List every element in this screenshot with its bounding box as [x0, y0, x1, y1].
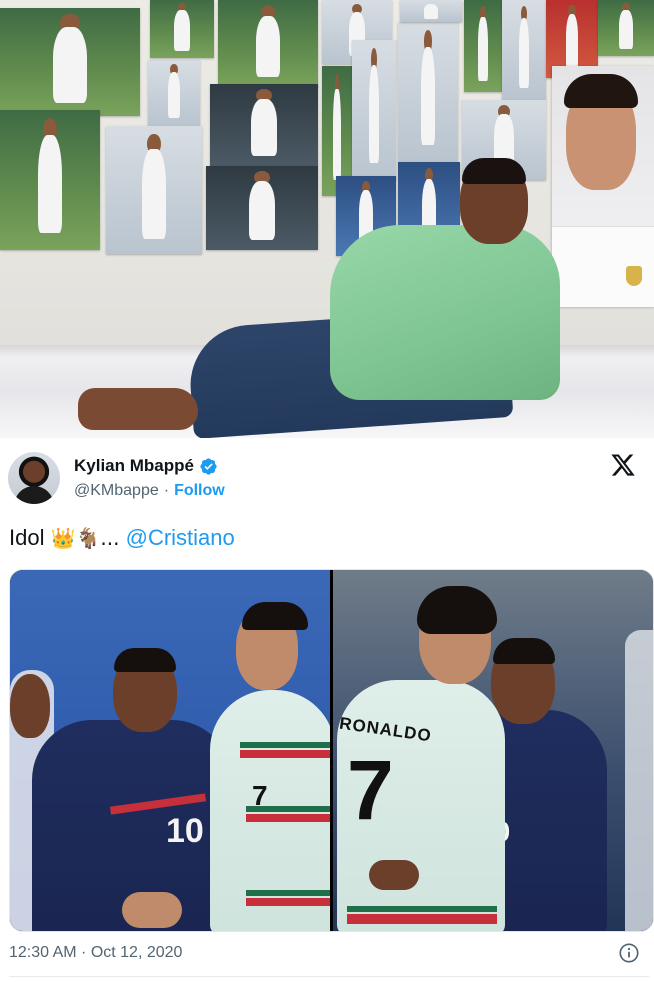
- tweet-text: Idol 👑🐐... @Cristiano: [9, 523, 235, 553]
- poster: [206, 166, 318, 250]
- tweet-text-prefix: Idol: [9, 525, 45, 550]
- poster: [150, 0, 214, 58]
- author-name[interactable]: Kylian Mbappé: [74, 456, 194, 476]
- poster: [398, 22, 458, 162]
- author-name-row[interactable]: Kylian Mbappé: [74, 456, 218, 476]
- boy-foot: [78, 388, 198, 430]
- separator-dot: ·: [163, 482, 170, 499]
- poster: [598, 0, 654, 56]
- tweet-media[interactable]: 10 7 10 RONALDO 7: [9, 569, 654, 932]
- poster: [210, 84, 318, 166]
- author-handle[interactable]: @KMbappe: [74, 482, 159, 499]
- crown-goat-emoji: 👑🐐...: [50, 526, 120, 550]
- poster: [0, 110, 100, 250]
- poster: [106, 126, 202, 254]
- poster: [0, 8, 140, 116]
- jersey-number-france: 10: [166, 812, 204, 850]
- boy-hoodie: [330, 225, 560, 400]
- verified-badge-icon: [200, 457, 217, 475]
- poster: [218, 0, 318, 88]
- mention-link[interactable]: @Cristiano: [126, 525, 235, 550]
- top-photo: [0, 0, 654, 438]
- divider: [9, 976, 649, 977]
- poster: [400, 0, 462, 22]
- x-logo-icon[interactable]: [610, 452, 636, 478]
- avatar[interactable]: [8, 452, 60, 504]
- info-icon[interactable]: [618, 942, 640, 964]
- jersey-number-portugal: 7: [252, 780, 268, 811]
- jersey-number-portugal: 7: [347, 743, 394, 837]
- poster: [464, 0, 502, 92]
- media-photo-right[interactable]: 10 RONALDO 7: [333, 570, 653, 931]
- ronaldo-poster: [552, 66, 654, 307]
- follow-button[interactable]: Follow: [174, 482, 225, 499]
- poster: [352, 40, 396, 180]
- poster: [502, 0, 546, 100]
- poster: [148, 60, 200, 126]
- author-handle-line: @KMbappe · Follow: [74, 482, 225, 500]
- tweet-timestamp[interactable]: 12:30 AM · Oct 12, 2020: [9, 944, 182, 962]
- media-photo-left[interactable]: 10 7: [10, 570, 330, 931]
- tweet-header: Kylian Mbappé @KMbappe · Follow: [0, 448, 654, 510]
